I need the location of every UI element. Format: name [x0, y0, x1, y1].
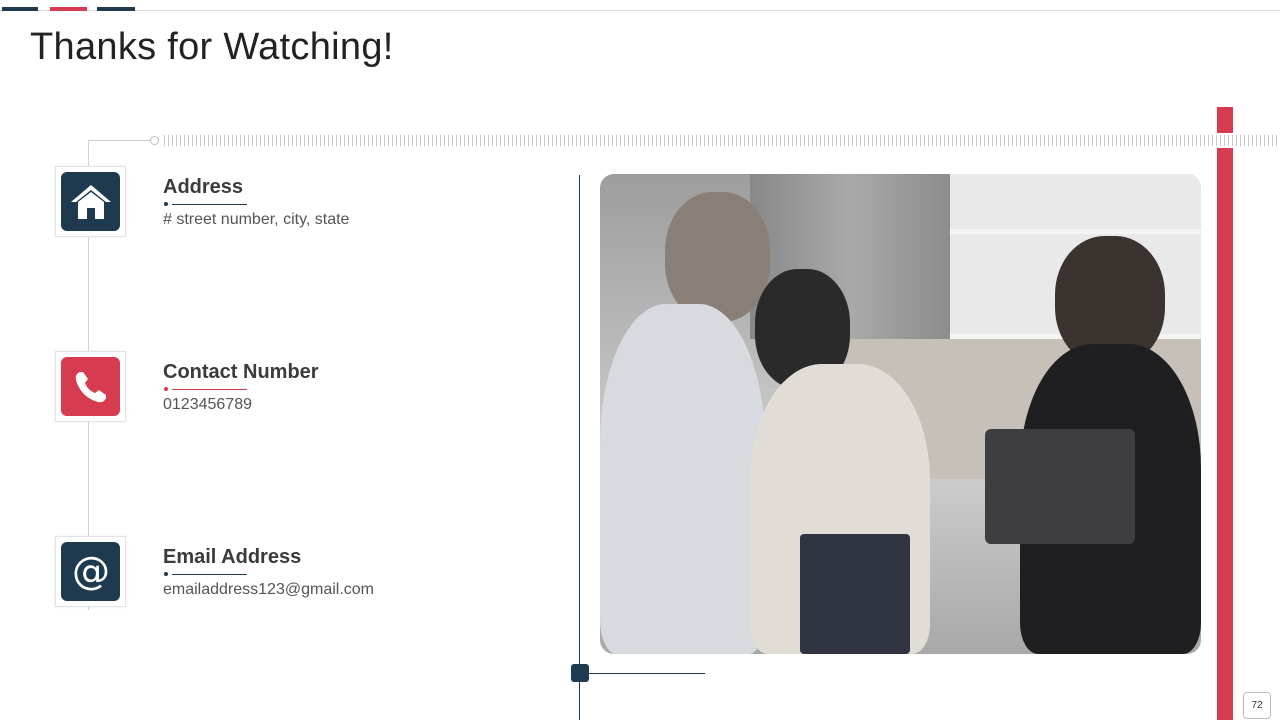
top-accent-bar	[50, 7, 87, 11]
top-accent-bar	[2, 7, 38, 11]
svg-text:@: @	[72, 550, 110, 593]
at-sign-icon: @	[61, 542, 120, 601]
contact-number-title: Contact Number	[163, 361, 319, 383]
email-title: Email Address	[163, 546, 302, 568]
address-title: Address	[163, 176, 244, 198]
phone-icon	[61, 357, 120, 416]
email-underline	[163, 571, 247, 577]
contact-number-value: 0123456789	[163, 396, 252, 413]
page-number: 72	[1243, 692, 1271, 719]
email-value: emailaddress123@gmail.com	[163, 581, 374, 598]
red-accent-block	[1217, 107, 1233, 133]
red-accent-bar	[1217, 148, 1233, 720]
address-value: # street number, city, state	[163, 211, 350, 228]
email-icon-box: @	[55, 536, 126, 607]
home-icon	[61, 172, 120, 231]
vertical-divider	[579, 175, 580, 720]
top-accent-bar	[97, 7, 135, 11]
photo-handshake	[600, 174, 1201, 654]
hatched-timeline	[164, 135, 1280, 146]
contact-number-icon-box	[55, 351, 126, 422]
top-divider-line	[0, 10, 1280, 11]
square-node-line	[589, 673, 705, 674]
timeline-node	[150, 136, 159, 145]
address-icon-box	[55, 166, 126, 237]
timeline-connector	[88, 140, 150, 141]
page-title: Thanks for Watching!	[30, 26, 394, 68]
square-node	[571, 664, 589, 682]
address-underline	[163, 201, 247, 207]
contact-number-underline	[163, 386, 247, 392]
